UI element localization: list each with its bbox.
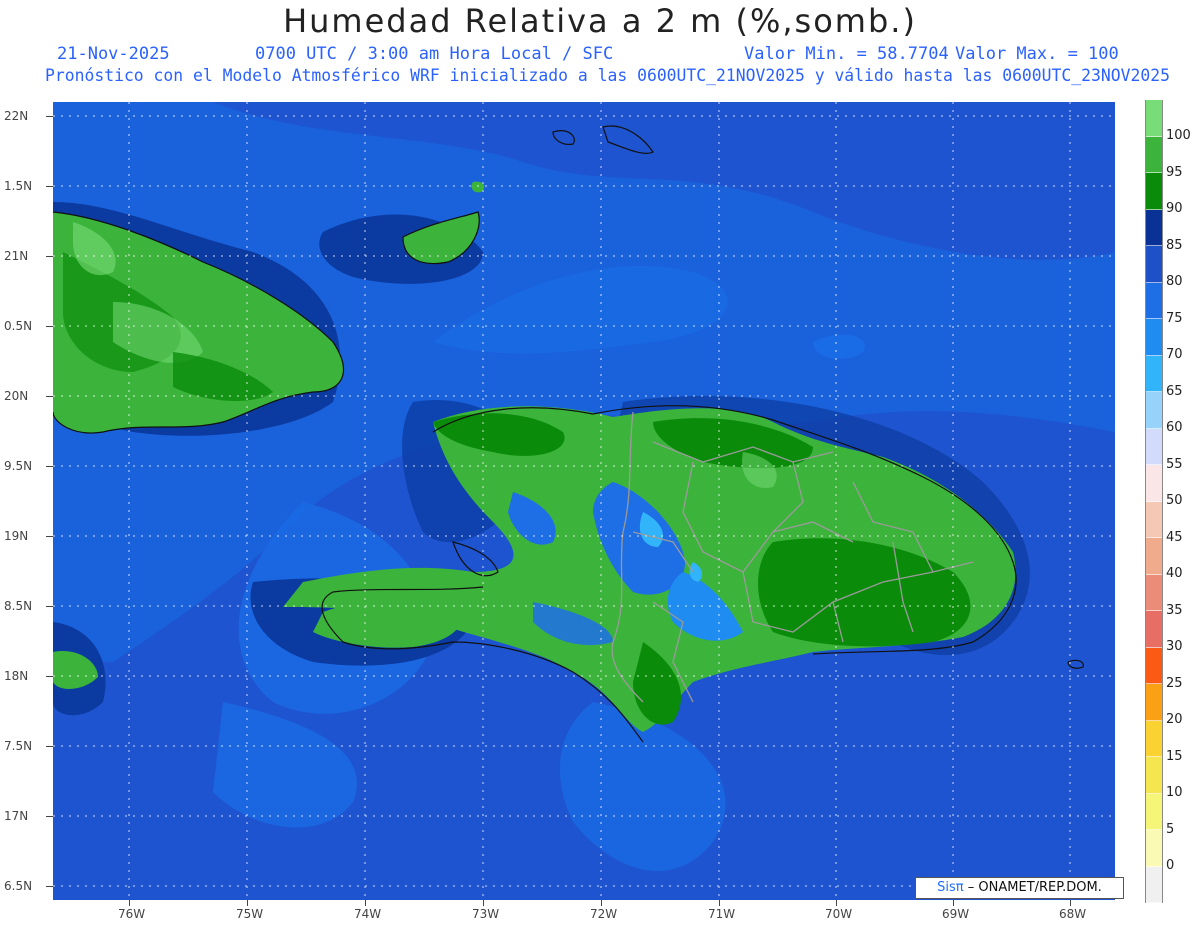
colorbar-label: 65 xyxy=(1166,384,1183,399)
colorbar-swatch xyxy=(1146,757,1162,794)
colorbar-label: 55 xyxy=(1166,457,1183,472)
colorbar-label: 50 xyxy=(1166,493,1183,508)
lon-label: 72W xyxy=(590,907,618,921)
colorbar-swatch xyxy=(1146,647,1162,684)
lat-tick xyxy=(46,186,53,187)
colorbar-label: 75 xyxy=(1166,311,1183,326)
colorbar-label: 0 xyxy=(1166,858,1175,873)
colorbar-swatch xyxy=(1146,100,1162,137)
colorbar-swatch xyxy=(1146,428,1162,465)
forecast-date: 21-Nov-2025 xyxy=(57,44,170,64)
colorbar-swatch xyxy=(1146,793,1162,830)
lat-label: 20N xyxy=(4,389,29,403)
lat-tick xyxy=(46,676,53,677)
lat-label: 19N xyxy=(4,529,29,543)
colorbar-label: 40 xyxy=(1166,566,1183,581)
colorbar-swatch xyxy=(1146,465,1162,502)
colorbar-label: 70 xyxy=(1166,347,1183,362)
colorbar-swatch xyxy=(1146,684,1162,721)
lat-tick xyxy=(46,256,53,257)
colorbar-label: 80 xyxy=(1166,274,1183,289)
lat-label: 8.5N xyxy=(4,599,33,613)
colorbar-swatch xyxy=(1146,830,1162,867)
lon-tick xyxy=(953,900,954,906)
lon-tick xyxy=(129,900,130,906)
colorbar-swatch xyxy=(1146,136,1162,173)
credit-text: – ONAMET/REP.DOM. xyxy=(967,880,1102,895)
colorbar-label: 10 xyxy=(1166,785,1183,800)
lat-label: 22N xyxy=(4,109,29,123)
colorbar-label: 60 xyxy=(1166,420,1183,435)
forecast-time: 0700 UTC / 3:00 am Hora Local / SFC xyxy=(255,44,614,64)
lon-label: 71W xyxy=(708,907,736,921)
colorbar-swatch xyxy=(1146,574,1162,611)
lon-label: 70W xyxy=(825,907,853,921)
colorbar xyxy=(1145,100,1163,903)
lon-label: 68W xyxy=(1059,907,1087,921)
lat-tick xyxy=(46,396,53,397)
colorbar-swatch xyxy=(1146,209,1162,246)
colorbar-label: 20 xyxy=(1166,712,1183,727)
lon-label: 76W xyxy=(118,907,146,921)
lat-label: 0.5N xyxy=(4,319,33,333)
lat-label: 17N xyxy=(4,809,29,823)
colorbar-swatch xyxy=(1146,866,1162,903)
min-value: Valor Min. = 58.7704 xyxy=(744,44,949,64)
colorbar-swatch xyxy=(1146,501,1162,538)
lon-tick xyxy=(719,900,720,906)
lat-tick xyxy=(46,116,53,117)
colorbar-label: 90 xyxy=(1166,201,1183,216)
lat-tick xyxy=(46,886,53,887)
lon-tick xyxy=(483,900,484,906)
lon-label: 73W xyxy=(472,907,500,921)
lat-tick xyxy=(46,466,53,467)
lon-tick xyxy=(247,900,248,906)
sispi-logo: Sisπ xyxy=(937,880,964,895)
colorbar-label: 85 xyxy=(1166,238,1183,253)
colorbar-label: 15 xyxy=(1166,749,1183,764)
colorbar-label: 25 xyxy=(1166,676,1183,691)
lon-tick xyxy=(836,900,837,906)
lat-label: 18N xyxy=(4,669,29,683)
colorbar-swatch xyxy=(1146,392,1162,429)
model-description: Pronóstico con el Modelo Atmosférico WRF… xyxy=(45,66,1170,85)
lat-tick xyxy=(46,746,53,747)
colorbar-label: 5 xyxy=(1166,822,1175,837)
colorbar-swatch xyxy=(1146,538,1162,575)
lat-label: 6.5N xyxy=(4,879,33,893)
lat-label: 9.5N xyxy=(4,459,33,473)
lat-tick xyxy=(46,536,53,537)
colorbar-label: 30 xyxy=(1166,639,1183,654)
lat-label: 1.5N xyxy=(4,179,33,193)
colorbar-swatch xyxy=(1146,173,1162,210)
lon-tick xyxy=(365,900,366,906)
colorbar-swatch xyxy=(1146,355,1162,392)
credit-box: Sisπ – ONAMET/REP.DOM. xyxy=(915,877,1124,899)
lat-tick xyxy=(46,816,53,817)
colorbar-label: 95 xyxy=(1166,165,1183,180)
lon-label: 69W xyxy=(942,907,970,921)
lat-label: 7.5N xyxy=(4,739,33,753)
colorbar-label: 100 xyxy=(1166,128,1191,143)
map-title: Humedad Relativa a 2 m (%,somb.) xyxy=(283,2,917,40)
colorbar-swatch xyxy=(1146,282,1162,319)
colorbar-swatch xyxy=(1146,720,1162,757)
max-value: Valor Max. = 100 xyxy=(955,44,1119,64)
lon-tick xyxy=(1070,900,1071,906)
humidity-map xyxy=(53,102,1115,900)
colorbar-swatch xyxy=(1146,611,1162,648)
lat-tick xyxy=(46,326,53,327)
humidity-map-canvas xyxy=(53,102,1115,900)
colorbar-label: 35 xyxy=(1166,603,1183,618)
colorbar-label: 45 xyxy=(1166,530,1183,545)
lat-tick xyxy=(46,606,53,607)
lon-label: 75W xyxy=(236,907,264,921)
colorbar-swatch xyxy=(1146,246,1162,283)
lat-label: 21N xyxy=(4,249,29,263)
lon-tick xyxy=(601,900,602,906)
colorbar-swatch xyxy=(1146,319,1162,356)
lon-label: 74W xyxy=(354,907,382,921)
